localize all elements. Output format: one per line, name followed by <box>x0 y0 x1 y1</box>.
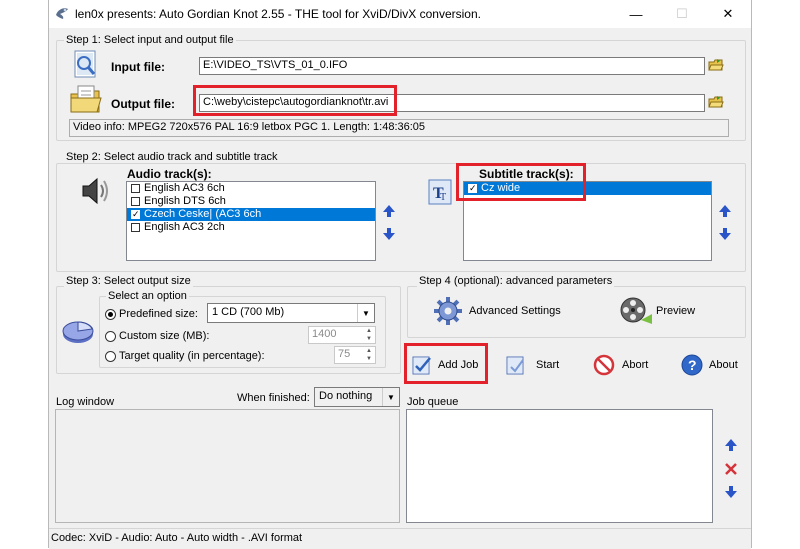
start-button[interactable]: Start <box>536 359 559 371</box>
audio-track-item[interactable]: English DTS 6ch <box>127 195 375 208</box>
predefined-size-value: 1 CD (700 Mb) <box>212 306 285 318</box>
predefined-size-radio[interactable] <box>105 309 116 320</box>
input-file-label: Input file: <box>111 60 165 74</box>
help-icon[interactable]: ? <box>681 354 703 376</box>
audio-track-item[interactable]: English AC3 2ch <box>127 221 375 234</box>
queue-move-down-icon[interactable] <box>724 485 738 499</box>
abort-icon[interactable] <box>593 354 615 376</box>
audio-move-down-icon[interactable] <box>382 227 396 241</box>
log-window[interactable] <box>55 409 400 523</box>
add-job-icon[interactable] <box>411 354 433 376</box>
close-button[interactable]: ✕ <box>705 0 751 28</box>
browse-output-folder-icon[interactable] <box>708 94 724 110</box>
target-quality-label: Target quality (in percentage): <box>119 350 265 362</box>
audio-track-item-label: English AC3 6ch <box>144 182 225 194</box>
film-reel-icon[interactable] <box>619 294 653 326</box>
abort-button[interactable]: Abort <box>622 359 648 371</box>
svg-text:T: T <box>440 192 446 203</box>
window-title: len0x presents: Auto Gordian Knot 2.55 -… <box>75 7 481 21</box>
when-finished-label: When finished: <box>237 392 310 404</box>
audio-track-item-label: English DTS 6ch <box>144 195 226 207</box>
add-job-button[interactable]: Add Job <box>438 359 478 371</box>
step2-label: Step 2: Select audio track and subtitle … <box>64 151 280 163</box>
output-file-highlight <box>193 85 397 116</box>
job-queue-list[interactable] <box>406 409 713 523</box>
custom-size-label: Custom size (MB): <box>119 330 210 342</box>
audio-speaker-icon <box>82 177 108 205</box>
log-window-label: Log window <box>56 396 115 408</box>
input-file-field[interactable]: E:\VIDEO_TS\VTS_01_0.IFO <box>199 57 705 75</box>
output-file-label: Output file: <box>111 97 175 111</box>
predefined-size-label: Predefined size: <box>119 308 198 320</box>
spin-arrows-icon: ▲ ▼ <box>366 328 372 342</box>
audio-track-list[interactable]: English AC3 6ch English DTS 6ch ✓ Czech Ces… <box>126 181 376 261</box>
app-icon <box>56 8 68 19</box>
audio-move-up-icon[interactable] <box>382 204 396 218</box>
target-quality-stepper[interactable]: 75 ▲ ▼ <box>334 346 376 364</box>
audio-track-item-label: Czech Ceske| (AC3 6ch <box>144 208 262 220</box>
audio-track-item[interactable]: ✓ Czech Ceske| (AC3 6ch <box>127 208 375 221</box>
subtitle-move-up-icon[interactable] <box>718 204 732 218</box>
svg-text:?: ? <box>688 357 697 373</box>
video-info-field: Video info: MPEG2 720x576 PAL 16:9 letbo… <box>69 119 729 137</box>
target-quality-value: 75 <box>338 348 351 360</box>
audio-track-checkbox[interactable] <box>131 223 140 232</box>
about-button[interactable]: About <box>709 359 738 371</box>
custom-size-value: 1400 <box>312 328 337 340</box>
queue-move-up-icon[interactable] <box>724 438 738 452</box>
select-option-label: Select an option <box>106 290 189 302</box>
browse-input-folder-icon[interactable] <box>708 57 724 73</box>
maximize-button[interactable]: ☐ <box>659 0 705 28</box>
subtitle-move-down-icon[interactable] <box>718 227 732 241</box>
custom-size-radio[interactable] <box>105 331 116 342</box>
title-bar: len0x presents: Auto Gordian Knot 2.55 -… <box>49 0 751 28</box>
output-file-icon <box>70 85 102 113</box>
audio-track-checkbox[interactable] <box>131 197 140 206</box>
audio-track-checkbox[interactable] <box>131 184 140 193</box>
status-text: Codec: XviD - Audio: Auto - Auto width -… <box>51 532 303 544</box>
queue-remove-icon[interactable] <box>724 462 738 476</box>
step4-label: Step 4 (optional): advanced parameters <box>417 275 615 287</box>
start-icon[interactable] <box>505 354 527 376</box>
main-window: len0x presents: Auto Gordian Knot 2.55 -… <box>48 0 752 549</box>
audio-track-checkbox[interactable]: ✓ <box>131 210 140 219</box>
size-pie-icon <box>62 321 94 343</box>
custom-size-stepper[interactable]: 1400 ▲ ▼ <box>308 326 376 344</box>
audio-tracks-label: Audio track(s): <box>127 167 212 181</box>
when-finished-select[interactable]: Do nothing ▼ <box>314 387 400 407</box>
job-queue-label: Job queue <box>407 396 459 408</box>
audio-track-item[interactable]: English AC3 6ch <box>127 182 375 195</box>
subtitle-icon: T T <box>428 179 452 205</box>
input-file-icon <box>74 50 96 78</box>
chevron-down-icon: ▼ <box>382 388 399 406</box>
predefined-size-select[interactable]: 1 CD (700 Mb) ▼ <box>207 303 375 323</box>
status-bar: Codec: XviD - Audio: Auto - Auto width -… <box>49 528 751 549</box>
chevron-down-icon: ▼ <box>357 304 374 322</box>
audio-track-item-label: English AC3 2ch <box>144 221 225 233</box>
subtitle-highlight <box>456 163 586 201</box>
when-finished-value: Do nothing <box>319 390 373 402</box>
preview-button[interactable]: Preview <box>656 305 695 317</box>
target-quality-radio[interactable] <box>105 351 116 362</box>
step1-label: Step 1: Select input and output file <box>64 34 236 46</box>
minimize-button[interactable]: — <box>613 0 659 28</box>
step3-label: Step 3: Select output size <box>64 275 193 287</box>
advanced-settings-button[interactable]: Advanced Settings <box>469 305 561 317</box>
gear-icon[interactable] <box>433 296 463 326</box>
spin-arrows-icon: ▲ ▼ <box>366 348 372 362</box>
